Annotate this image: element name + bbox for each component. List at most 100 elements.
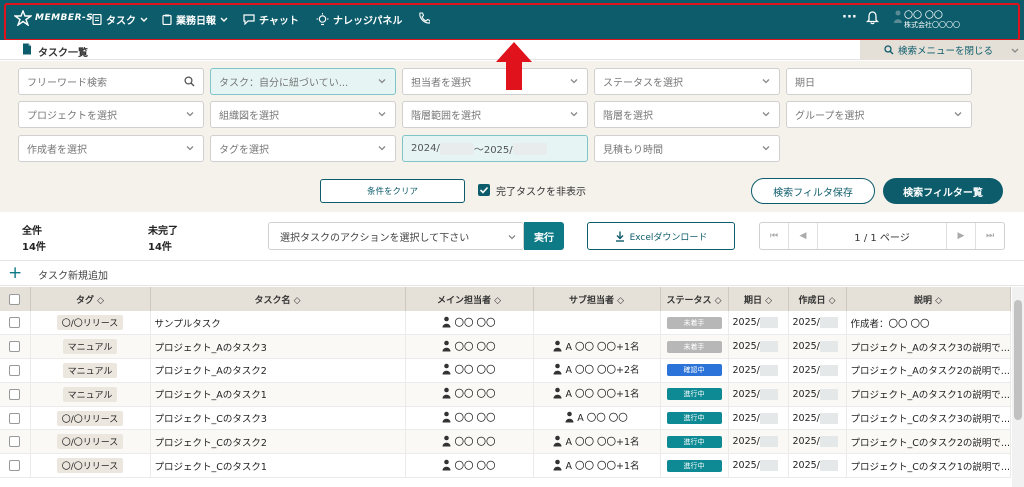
nav-phone[interactable] <box>418 12 430 24</box>
pagination: ⏮ ◀ 1 / 1 ページ ▶ ⏭ <box>759 222 1005 250</box>
status-badge: 未着手 <box>660 311 729 336</box>
due-date-cell: 2025/ <box>728 453 789 479</box>
col-main-assignee[interactable]: メイン担当者 ◇ <box>405 287 534 311</box>
tag-cell: 〇/〇リリース <box>30 406 151 431</box>
task-name-cell[interactable]: プロジェクト_Aのタスク1 <box>150 382 406 407</box>
row-checkbox[interactable] <box>0 334 31 360</box>
new-task-row[interactable]: + タスク新規追加 <box>0 260 1024 286</box>
col-task-name[interactable]: タスク名 ◇ <box>150 287 406 311</box>
chevron-down-icon <box>378 79 386 84</box>
nav-daily-report[interactable]: 業務日報 <box>162 12 228 27</box>
due-date-input[interactable]: 期日 <box>786 68 972 95</box>
filter-list-button[interactable]: 検索フィルター覧 <box>883 178 1003 204</box>
task-name-cell[interactable]: プロジェクト_Cのタスク2 <box>150 429 406 455</box>
select-all-checkbox[interactable] <box>0 287 31 311</box>
tag-cell: マニュアル <box>30 334 151 360</box>
author-select[interactable]: 作成者を選択 <box>18 135 204 162</box>
project-select[interactable]: プロジェクトを選択 <box>18 101 204 128</box>
table-row[interactable]: 〇/〇リリース プロジェクト_Cのタスク1 〇〇 〇〇 A 〇〇 〇〇+1名 進行中 20… <box>0 453 1011 479</box>
save-filter-button[interactable]: 検索フィルタ保存 <box>751 178 875 204</box>
task-name-cell[interactable]: プロジェクト_Cのタスク3 <box>150 406 406 431</box>
keyword-search-input[interactable]: フリーワード検索 <box>18 68 204 95</box>
hide-completed-checkbox[interactable] <box>478 184 490 196</box>
logo-star-icon <box>14 10 32 26</box>
task-name-cell[interactable]: サンプルタスク <box>150 311 406 336</box>
task-scope-select[interactable]: タスク：自分に紐づいてい... <box>210 68 396 95</box>
person-icon <box>553 459 562 471</box>
scrollbar-thumb[interactable] <box>1014 300 1022 420</box>
col-sub-assignee[interactable]: サブ担当者 ◇ <box>533 287 661 311</box>
hide-completed-label: 完了タスクを非表示 <box>496 187 586 198</box>
hierarchy-select[interactable]: 階層を選択 <box>594 101 780 128</box>
nav-knowledge-panel[interactable]: ナレッジパネル <box>316 12 402 27</box>
row-checkbox[interactable] <box>0 406 31 431</box>
row-checkbox[interactable] <box>0 453 31 479</box>
page-title: タスク一覧 <box>38 48 88 59</box>
table-row[interactable]: マニュアル プロジェクト_Aのタスク2 〇〇 〇〇 A 〇〇 〇〇+2名 確認中 2025… <box>0 358 1011 383</box>
sub-assignee-cell: A 〇〇 〇〇+2名 <box>533 358 661 383</box>
chevron-down-icon <box>762 112 770 117</box>
org-chart-select[interactable]: 組織図を選択 <box>210 101 396 128</box>
table-row[interactable]: マニュアル プロジェクト_Aのタスク3 〇〇 〇〇 A 〇〇 〇〇+1名 未着手 2025… <box>0 334 1011 360</box>
created-date-cell: 2025/ <box>788 358 847 383</box>
table-row[interactable]: 〇/〇リリース サンプルタスク 〇〇 〇〇 未着手 2025/2025/作成者：〇〇 〇… <box>0 311 1011 336</box>
person-icon <box>553 435 562 447</box>
description-cell: プロジェクト_Cのタスク1の説明で... <box>846 453 1011 479</box>
estimate-time-select[interactable]: 見積もり時間 <box>594 135 780 162</box>
task-name-cell[interactable]: プロジェクト_Cのタスク1 <box>150 453 406 479</box>
bulk-action-select[interactable]: 選択タスクのアクションを選択して下さい <box>268 222 524 250</box>
person-icon <box>442 435 451 447</box>
chevron-down-icon <box>570 112 578 117</box>
nav-task[interactable]: タスク <box>92 12 148 27</box>
row-checkbox[interactable] <box>0 429 31 455</box>
app-logo[interactable]: MEMBER-S <box>14 10 93 26</box>
table-row[interactable]: マニュアル プロジェクト_Aのタスク1 〇〇 〇〇 A 〇〇 〇〇+1名 進行中 2025… <box>0 382 1011 407</box>
task-name-cell[interactable]: プロジェクト_Aのタスク2 <box>150 358 406 383</box>
sub-assignee-cell: A 〇〇 〇〇+1名 <box>533 453 661 479</box>
row-checkbox[interactable] <box>0 358 31 383</box>
col-status[interactable]: ステータス ◇ <box>660 287 729 311</box>
prev-page-button[interactable]: ◀ <box>789 223 818 249</box>
hierarchy-range-select[interactable]: 階層範囲を選択 <box>402 101 588 128</box>
due-date-cell: 2025/ <box>728 311 789 336</box>
chevron-down-icon <box>570 79 578 84</box>
row-checkbox[interactable] <box>0 311 31 336</box>
date-range-input[interactable]: 2024/〜2025/ <box>402 135 588 162</box>
task-name-cell[interactable]: プロジェクト_Aのタスク3 <box>150 334 406 360</box>
avatar <box>894 10 902 23</box>
more-icon[interactable]: ··· <box>842 10 857 25</box>
table-row[interactable]: 〇/〇リリース プロジェクト_Cのタスク2 〇〇 〇〇 A 〇〇 〇〇+1名 進行中 20… <box>0 429 1011 455</box>
col-tag[interactable]: タグ ◇ <box>30 287 151 311</box>
sub-assignee-cell: A 〇〇 〇〇+1名 <box>533 382 661 407</box>
user-menu[interactable]: 〇〇 〇〇 株式会社〇〇〇〇 <box>894 8 960 29</box>
description-cell: プロジェクト_Cのタスク2の説明で... <box>846 429 1011 455</box>
tag-cell: 〇/〇リリース <box>30 429 151 455</box>
clear-conditions-button[interactable]: 条件をクリア <box>320 179 465 203</box>
tag-select[interactable]: タグを選択 <box>210 135 396 162</box>
sub-assignee-cell <box>533 311 661 336</box>
tag-cell: マニュアル <box>30 382 151 407</box>
page-info: 1 / 1 ページ <box>854 232 910 244</box>
chevron-down-icon <box>762 146 770 151</box>
col-due[interactable]: 期日 ◇ <box>728 287 789 311</box>
last-page-button[interactable]: ⏭ <box>975 223 1004 249</box>
due-date-cell: 2025/ <box>728 334 789 360</box>
next-page-button[interactable]: ▶ <box>946 223 975 249</box>
red-arrow-icon <box>496 42 532 90</box>
first-page-button[interactable]: ⏮ <box>760 223 789 249</box>
close-search-menu-button[interactable]: 検索メニューを閉じる <box>860 40 1024 60</box>
row-checkbox[interactable] <box>0 382 31 407</box>
bell-icon[interactable] <box>865 11 880 28</box>
excel-download-button[interactable]: Excelダウンロード <box>587 222 735 250</box>
nav-chat[interactable]: チャット <box>243 12 299 27</box>
incomplete-count-value: 14件 <box>148 242 172 253</box>
assignee-select[interactable]: 担当者を選択 <box>402 68 588 95</box>
main-assignee-cell: 〇〇 〇〇 <box>405 429 534 455</box>
col-created[interactable]: 作成日 ◇ <box>788 287 847 311</box>
group-select[interactable]: グループを選択 <box>786 101 972 128</box>
execute-button[interactable]: 実行 <box>524 222 564 250</box>
plus-icon[interactable]: + <box>8 263 22 283</box>
col-description[interactable]: 説明 ◇ <box>846 287 1011 311</box>
table-row[interactable]: 〇/〇リリース プロジェクト_Cのタスク3 〇〇 〇〇 A 〇〇 〇〇 進行中 2025/… <box>0 406 1011 431</box>
status-select[interactable]: ステータスを選択 <box>594 68 780 95</box>
